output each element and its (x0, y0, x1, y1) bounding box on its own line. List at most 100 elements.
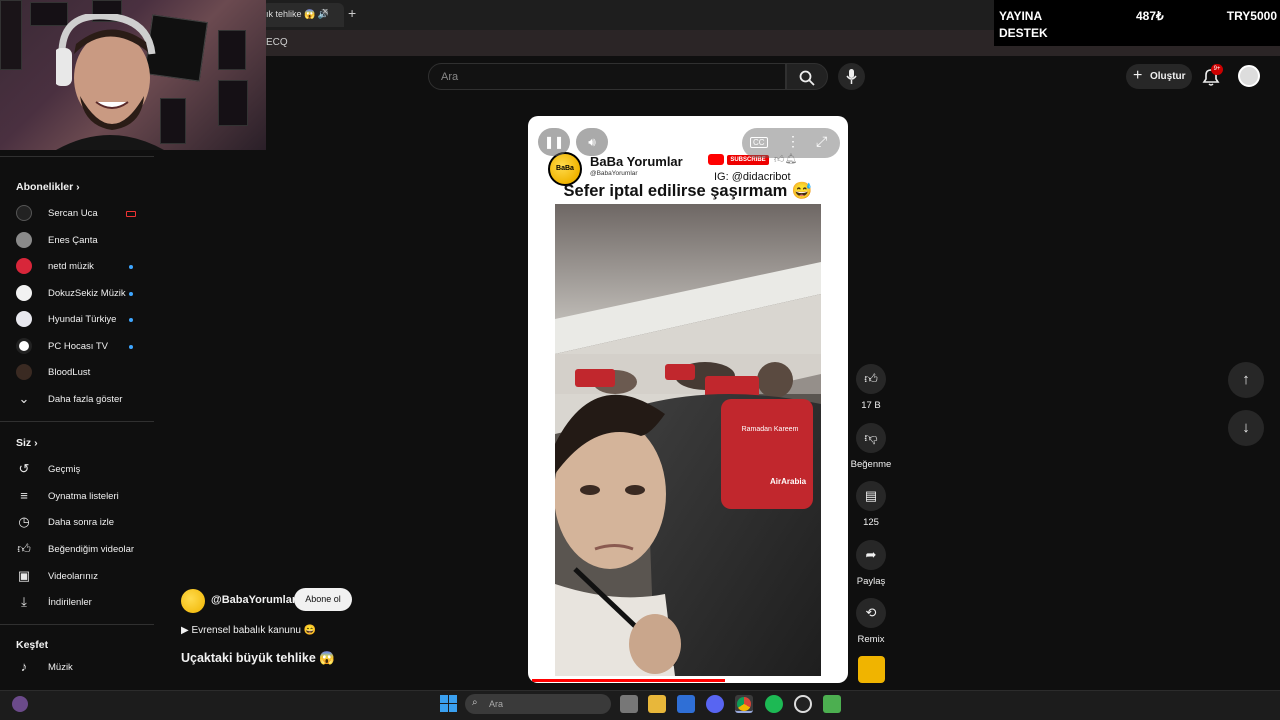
next-short-button[interactable]: ↓ (1228, 410, 1264, 446)
channel-avatar[interactable] (181, 589, 205, 613)
remix-label: Remix (857, 634, 885, 645)
sidebar-item-hyundai-turkiye[interactable]: Hyundai Türkiye (16, 308, 154, 330)
you-heading[interactable]: Siz › (16, 437, 38, 449)
dislike-button[interactable]: 👎︎ Beğenme (848, 423, 894, 470)
video-overlay-title: Sefer iptal edilirse şaşırmam 😅 (563, 182, 813, 200)
windows-taskbar (0, 690, 1280, 720)
sidebar-item-history[interactable]: ↺ Geçmiş (16, 458, 154, 480)
like-button[interactable]: 👍︎ 17 B (852, 364, 890, 411)
sidebar-item-liked-videos[interactable]: 👍︎ Beğendiğim videolar (16, 538, 154, 560)
comments-button[interactable]: ▤ 125 (852, 481, 890, 528)
channel-handle[interactable]: @BabaYorumlar (211, 594, 296, 606)
live-icon (126, 211, 136, 217)
donation-goal: TRY5000 (1226, 9, 1277, 23)
tab-close-icon[interactable]: × (322, 6, 328, 18)
donation-amount: 487₺ (1136, 9, 1164, 23)
voice-search-button[interactable] (838, 63, 865, 90)
sidebar-item-netd-muzik[interactable]: netd müzik (16, 255, 154, 277)
sidebar-item-your-videos[interactable]: ▣ Videolarınız (16, 565, 154, 587)
sidebar-item-watch-later[interactable]: ◷ Daha sonra izle (16, 511, 154, 533)
plus-icon: + (1133, 67, 1143, 84)
overlay-channel-handle: @BabaYorumlar (590, 170, 638, 177)
comment-icon: ▤ (856, 481, 886, 511)
thumbs-up-icon: 👍︎ (17, 541, 31, 556)
wall-poster (0, 0, 22, 70)
chevron-right-icon: › (34, 437, 38, 449)
remix-icon: ⟲ (856, 598, 886, 628)
donation-line-2: DESTEK (999, 26, 1048, 40)
share-icon: ➦ (856, 540, 886, 570)
new-content-dot (129, 292, 133, 296)
seat-headrest-brand: AirArabia (770, 477, 807, 486)
remix-button[interactable]: ⟲ Remix (852, 598, 890, 645)
windows-start-icon[interactable] (440, 695, 457, 712)
steam-icon[interactable] (794, 695, 812, 713)
sound-thumbnail[interactable] (858, 656, 885, 683)
arrow-down-icon: ↓ (1242, 419, 1250, 436)
search-button[interactable] (786, 63, 828, 90)
new-content-dot (129, 345, 133, 349)
widgets-icon[interactable] (12, 696, 28, 712)
more-options-icon[interactable]: ⋮ (786, 133, 800, 150)
pause-button[interactable]: ❚❚ (538, 128, 570, 156)
sidebar-item-bloodlust[interactable]: BloodLust (16, 361, 154, 383)
player-controls-right: CC ⋮ ⤢ (742, 128, 840, 158)
search-icon: ⌕ (472, 697, 478, 708)
channel-avatar (16, 338, 32, 354)
share-button[interactable]: ➦ Paylaş (852, 540, 890, 587)
new-content-dot (129, 265, 133, 269)
minecraft-icon[interactable] (823, 695, 841, 713)
sidebar-item-downloads[interactable]: ⤓ İndirilenler (16, 591, 154, 613)
subscriptions-heading[interactable]: Abonelikler › (16, 181, 80, 193)
url-text[interactable]: ECQ (266, 37, 288, 48)
explore-heading: Keşfet (16, 639, 49, 651)
short-title: Uçaktaki büyük tehlike 😱 (181, 651, 335, 665)
music-link[interactable]: ▶ Evrensel babalık kanunu 😄 (181, 625, 316, 636)
short-video-player[interactable]: Ramadan Kareem AirArabia BaBa BaBa Yorum… (528, 116, 848, 683)
arrow-up-icon: ↑ (1242, 371, 1250, 388)
store-icon[interactable] (677, 695, 695, 713)
history-icon: ↺ (18, 461, 30, 476)
volume-button[interactable]: 🔊︎ (576, 128, 608, 156)
fullscreen-icon[interactable]: ⤢ (816, 133, 827, 150)
music-note-icon: ♪ (20, 659, 28, 674)
task-view-icon[interactable] (620, 695, 638, 713)
new-tab-button[interactable]: + (348, 5, 356, 21)
sidebar-item-pc-hocasi-tv[interactable]: PC Hocası TV (16, 335, 154, 357)
thumbs-down-icon: 👎︎ (856, 423, 886, 453)
dislike-label: Beğenme (850, 459, 892, 470)
show-more-button[interactable]: ⌄ Daha fazla göster (16, 388, 154, 410)
subscribe-button[interactable]: Abone ol (294, 588, 352, 611)
sidebar-item-sercan-uca[interactable]: Sercan Uca (16, 202, 154, 224)
thumbs-up-icon: 👍︎ (856, 364, 886, 394)
sidebar: Abonelikler › Sercan Uca Enes Çanta netd… (0, 150, 154, 690)
create-label: Oluştur (1150, 71, 1186, 82)
taskbar-search-input[interactable]: Ara (465, 694, 611, 714)
discord-icon[interactable] (706, 695, 724, 713)
microphone-icon (846, 69, 857, 84)
create-button[interactable]: + Oluştur (1126, 64, 1192, 89)
browser-tab-active[interactable]: ık tehlike 😱 🔊 (262, 3, 344, 27)
notifications-button[interactable]: 9+ (1200, 64, 1223, 88)
sidebar-item-enes-canta[interactable]: Enes Çanta (16, 229, 154, 251)
new-content-dot (129, 318, 133, 322)
sidebar-item-music[interactable]: ♪ Müzik (16, 656, 154, 678)
file-explorer-icon[interactable] (648, 695, 666, 713)
like-count: 17 B (861, 400, 881, 411)
video-icon: ▣ (17, 568, 31, 583)
channel-avatar (16, 205, 32, 221)
previous-short-button[interactable]: ↑ (1228, 362, 1264, 398)
spotify-icon[interactable] (765, 695, 783, 713)
captions-button[interactable]: CC (750, 137, 768, 148)
playlist-icon: ≡ (20, 488, 28, 503)
chrome-icon[interactable] (735, 695, 753, 713)
chevron-down-icon: ⌄ (18, 391, 30, 406)
account-avatar[interactable] (1238, 65, 1260, 87)
channel-avatar (16, 311, 32, 327)
progress-bar[interactable] (532, 679, 725, 682)
video-frame[interactable]: Ramadan Kareem AirArabia (555, 204, 821, 676)
sidebar-item-dokuzsekiz-muzik[interactable]: DokuzSekiz Müzik (16, 282, 154, 304)
channel-avatar (16, 232, 32, 248)
sidebar-item-playlists[interactable]: ≡ Oynatma listeleri (16, 485, 154, 507)
search-input[interactable]: Ara (428, 63, 786, 90)
